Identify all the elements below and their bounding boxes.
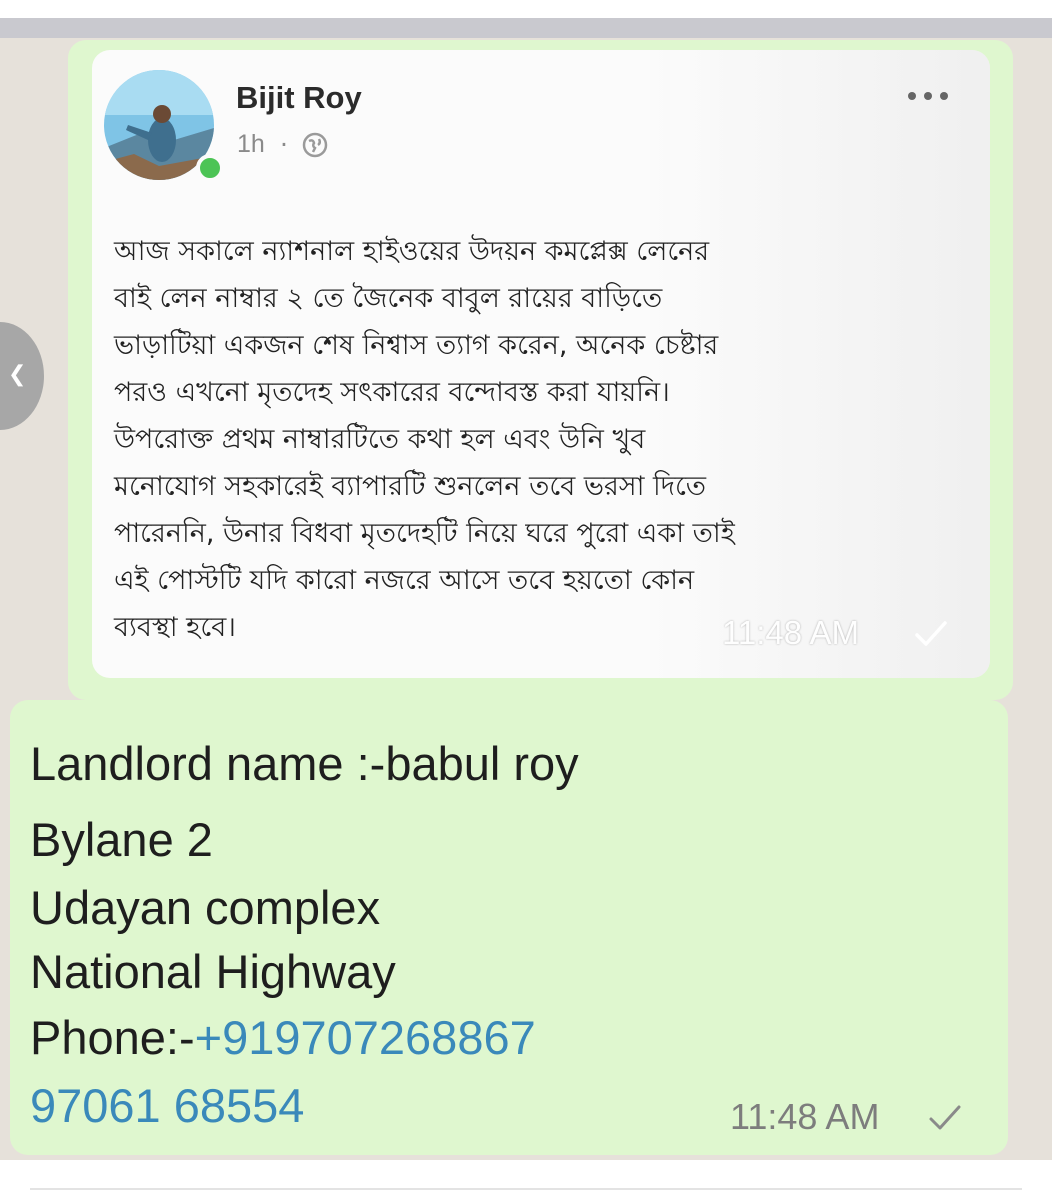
landlord-name-line: Landlord name :-babul roy	[30, 737, 579, 790]
globe-icon	[302, 132, 328, 158]
online-status-dot	[196, 154, 224, 182]
chevron-left-icon: ❮	[8, 362, 27, 387]
post-author-name[interactable]: Bijit Roy	[236, 80, 362, 116]
message-timestamp: 11:48 AM	[730, 1096, 880, 1137]
highway-line: National Highway	[30, 945, 396, 998]
more-options-icon[interactable]	[904, 86, 954, 106]
single-check-icon	[915, 621, 947, 646]
top-divider-bar	[0, 18, 1052, 38]
bylane-line: Bylane 2	[30, 813, 213, 866]
post-age[interactable]: 1h	[237, 130, 265, 159]
single-check-icon	[929, 1105, 961, 1130]
complex-line: Udayan complex	[30, 881, 381, 934]
bottom-divider	[30, 1188, 1022, 1190]
text-message-bubble[interactable]: Landlord name :-babul roy Bylane 2 Udaya…	[10, 700, 1008, 1155]
post-body-text: আজ সকালে ন্যাশনাল হাইওয়ের উদয়ন কমপ্লেক…	[114, 236, 735, 643]
phone-number-link-primary[interactable]: +919707268867	[195, 1011, 536, 1064]
phone-label: Phone:-	[30, 1011, 195, 1064]
message-timestamp: 11:48 AM	[722, 614, 859, 651]
phone-number-link-secondary[interactable]: 97061 68554	[30, 1078, 304, 1133]
shared-post-card[interactable]: Bijit Roy 1h · আজ সকালে ন্যাশনাল হাইওয়ে…	[92, 50, 990, 678]
screenshot-frame: ❮ Bijit Roy 1h · আজ সকালে ন্যাশনাল হাইওয…	[0, 0, 1052, 1200]
meta-separator: ·	[280, 130, 288, 159]
phone-line: Phone:-+919707268867	[30, 1010, 536, 1065]
